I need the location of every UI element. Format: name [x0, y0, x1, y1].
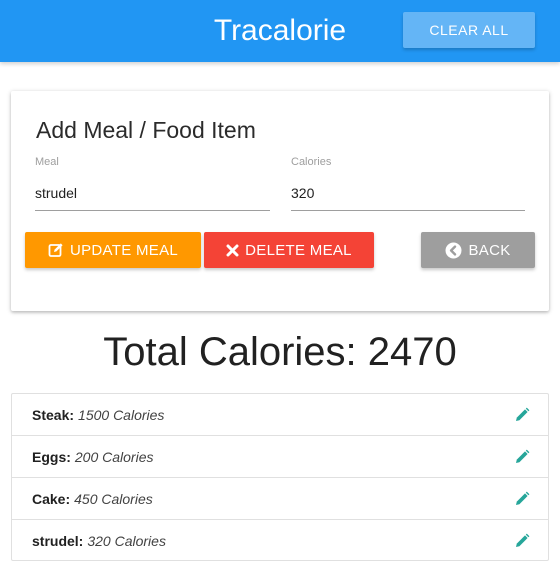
calories-input[interactable]	[291, 175, 525, 211]
update-meal-button[interactable]: UPDATE MEAL	[25, 232, 201, 268]
meal-form-card: Add Meal / Food Item Meal Calories UPDAT…	[11, 91, 549, 311]
delete-meal-label: DELETE MEAL	[245, 241, 352, 259]
meal-calories: 320 Calories	[87, 533, 166, 549]
update-meal-label: UPDATE MEAL	[69, 241, 179, 259]
x-icon	[226, 244, 239, 256]
pencil-icon[interactable]	[514, 407, 530, 423]
back-button[interactable]: BACK	[421, 232, 535, 268]
chevron-circle-left-icon	[445, 242, 462, 258]
pencil-square-icon	[48, 243, 63, 257]
meal-calories: 200 Calories	[74, 448, 154, 465]
meal-list: Steak: 1500 Calories Eggs: 200 Calories …	[11, 393, 549, 561]
total-calories: Total Calories: 2470	[0, 330, 560, 375]
total-calories-value: 2470	[367, 330, 457, 374]
meal-name: Cake:	[32, 490, 71, 507]
meal-field-label: Meal	[35, 156, 59, 168]
meal-list-item: strudel: 320 Calories	[12, 520, 548, 562]
meal-list-item: Steak: 1500 Calories	[12, 394, 548, 436]
pencil-icon[interactable]	[514, 449, 530, 465]
pencil-icon[interactable]	[514, 533, 530, 549]
meal-name: strudel:	[32, 533, 84, 549]
meal-calories: 450 Calories	[74, 490, 153, 507]
clear-all-button[interactable]: CLEAR ALL	[403, 12, 535, 48]
back-label: BACK	[468, 241, 511, 259]
form-title: Add Meal / Food Item	[36, 117, 256, 143]
meal-list-item: Eggs: 200 Calories	[12, 436, 548, 478]
delete-meal-button[interactable]: DELETE MEAL	[204, 232, 374, 268]
meal-name: Steak:	[32, 406, 75, 423]
meal-list-item: Cake: 450 Calories	[12, 478, 548, 520]
meal-input[interactable]	[35, 175, 270, 211]
meal-calories: 1500 Calories	[78, 406, 165, 423]
total-calories-label: Total Calories:	[103, 330, 357, 374]
pencil-icon[interactable]	[514, 491, 530, 507]
navbar: Tracalorie CLEAR ALL	[0, 0, 560, 62]
calories-field-label: Calories	[291, 156, 332, 168]
meal-name: Eggs:	[32, 448, 71, 465]
